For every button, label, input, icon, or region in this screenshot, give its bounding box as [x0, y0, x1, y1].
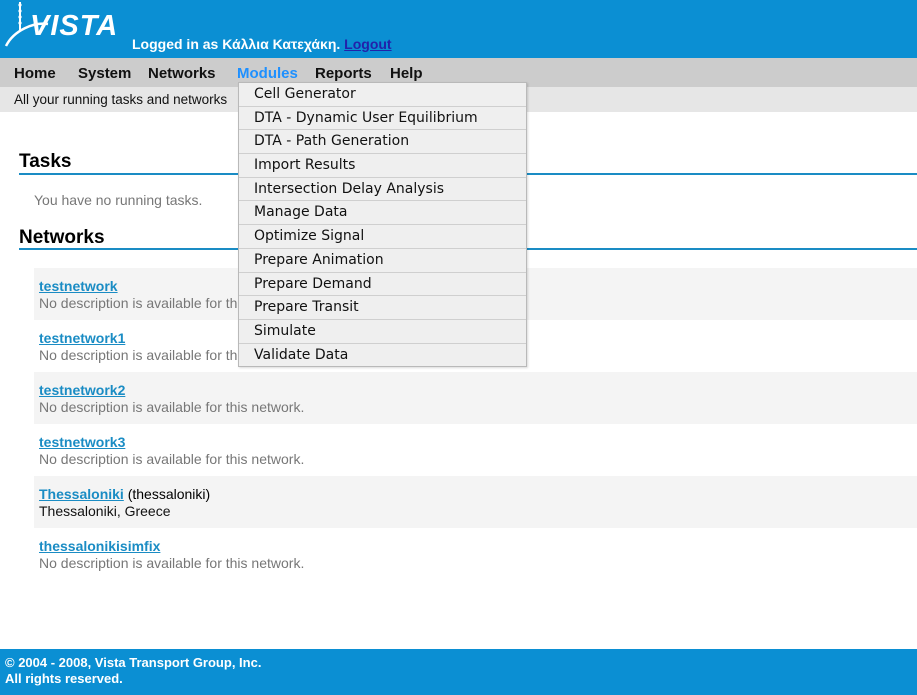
copyright-text: © 2004 - 2008, Vista Transport Group, In… — [5, 655, 262, 670]
menu-item-intersection-delay-analysis[interactable]: Intersection Delay Analysis — [239, 177, 526, 202]
subnav-text: All your running tasks and networks — [14, 92, 228, 107]
modules-dropdown-menu: Cell Generator DTA - Dynamic User Equili… — [238, 82, 527, 368]
logo-text: VISTA — [30, 10, 119, 42]
nav-item-system[interactable]: System — [78, 65, 131, 82]
network-link-testnetwork[interactable]: testnetwork — [39, 278, 118, 294]
network-link-testnetwork3[interactable]: testnetwork3 — [39, 434, 125, 450]
network-description: Thessaloniki, Greece — [39, 503, 171, 519]
no-tasks-message: You have no running tasks. — [34, 192, 203, 208]
header-bar: VISTA Logged in as Κάλλια Κατεχάκη. Logo… — [0, 0, 917, 58]
menu-item-optimize-signal[interactable]: Optimize Signal — [239, 225, 526, 249]
network-description: No description is available for this net… — [39, 555, 305, 571]
network-title-line: Thessaloniki (thessaloniki) — [39, 486, 210, 502]
nav-item-networks[interactable]: Networks — [148, 65, 216, 82]
footer-bar: © 2004 - 2008, Vista Transport Group, In… — [0, 649, 917, 695]
network-link-thessaloniki[interactable]: Thessaloniki — [39, 486, 124, 502]
login-status: Logged in as Κάλλια Κατεχάκη. Logout — [132, 36, 392, 52]
menu-item-dta-path-generation[interactable]: DTA - Path Generation — [239, 130, 526, 155]
network-description: No description is available for this net… — [39, 399, 305, 415]
menu-item-dta-dynamic-user-equilibrium[interactable]: DTA - Dynamic User Equilibrium — [239, 106, 526, 131]
menu-item-prepare-transit[interactable]: Prepare Transit — [239, 296, 526, 320]
nav-item-home[interactable]: Home — [14, 65, 56, 82]
nav-item-modules[interactable]: Modules — [237, 65, 298, 82]
vista-logo[interactable]: VISTA — [4, 0, 117, 52]
network-row: testnetwork3 No description is available… — [34, 424, 917, 476]
network-row: testnetwork2 No description is available… — [34, 372, 917, 424]
menu-item-simulate[interactable]: Simulate — [239, 319, 526, 344]
network-code: (thessaloniki) — [127, 486, 211, 502]
network-link-testnetwork1[interactable]: testnetwork1 — [39, 330, 125, 346]
nav-item-reports[interactable]: Reports — [315, 65, 372, 82]
menu-item-import-results[interactable]: Import Results — [239, 154, 526, 178]
nav-item-help[interactable]: Help — [390, 65, 423, 82]
network-link-testnetwork2[interactable]: testnetwork2 — [39, 382, 125, 398]
network-row: thessalonikisimfix No description is ava… — [34, 528, 917, 580]
network-description: No description is available for this net… — [39, 451, 305, 467]
menu-item-manage-data[interactable]: Manage Data — [239, 201, 526, 226]
tasks-heading: Tasks — [19, 151, 72, 172]
logout-link[interactable]: Logout — [344, 36, 391, 52]
menu-item-validate-data[interactable]: Validate Data — [239, 343, 526, 367]
rights-text: All rights reserved. — [5, 671, 123, 686]
menu-item-prepare-animation[interactable]: Prepare Animation — [239, 248, 526, 273]
networks-heading: Networks — [19, 227, 105, 248]
menu-item-prepare-demand[interactable]: Prepare Demand — [239, 272, 526, 297]
network-link-thessalonikisimfix[interactable]: thessalonikisimfix — [39, 538, 160, 554]
menu-item-cell-generator[interactable]: Cell Generator — [239, 83, 526, 107]
network-row: Thessaloniki (thessaloniki) Thessaloniki… — [34, 476, 917, 528]
logged-in-text: Logged in as Κάλλια Κατεχάκη. — [132, 36, 341, 52]
